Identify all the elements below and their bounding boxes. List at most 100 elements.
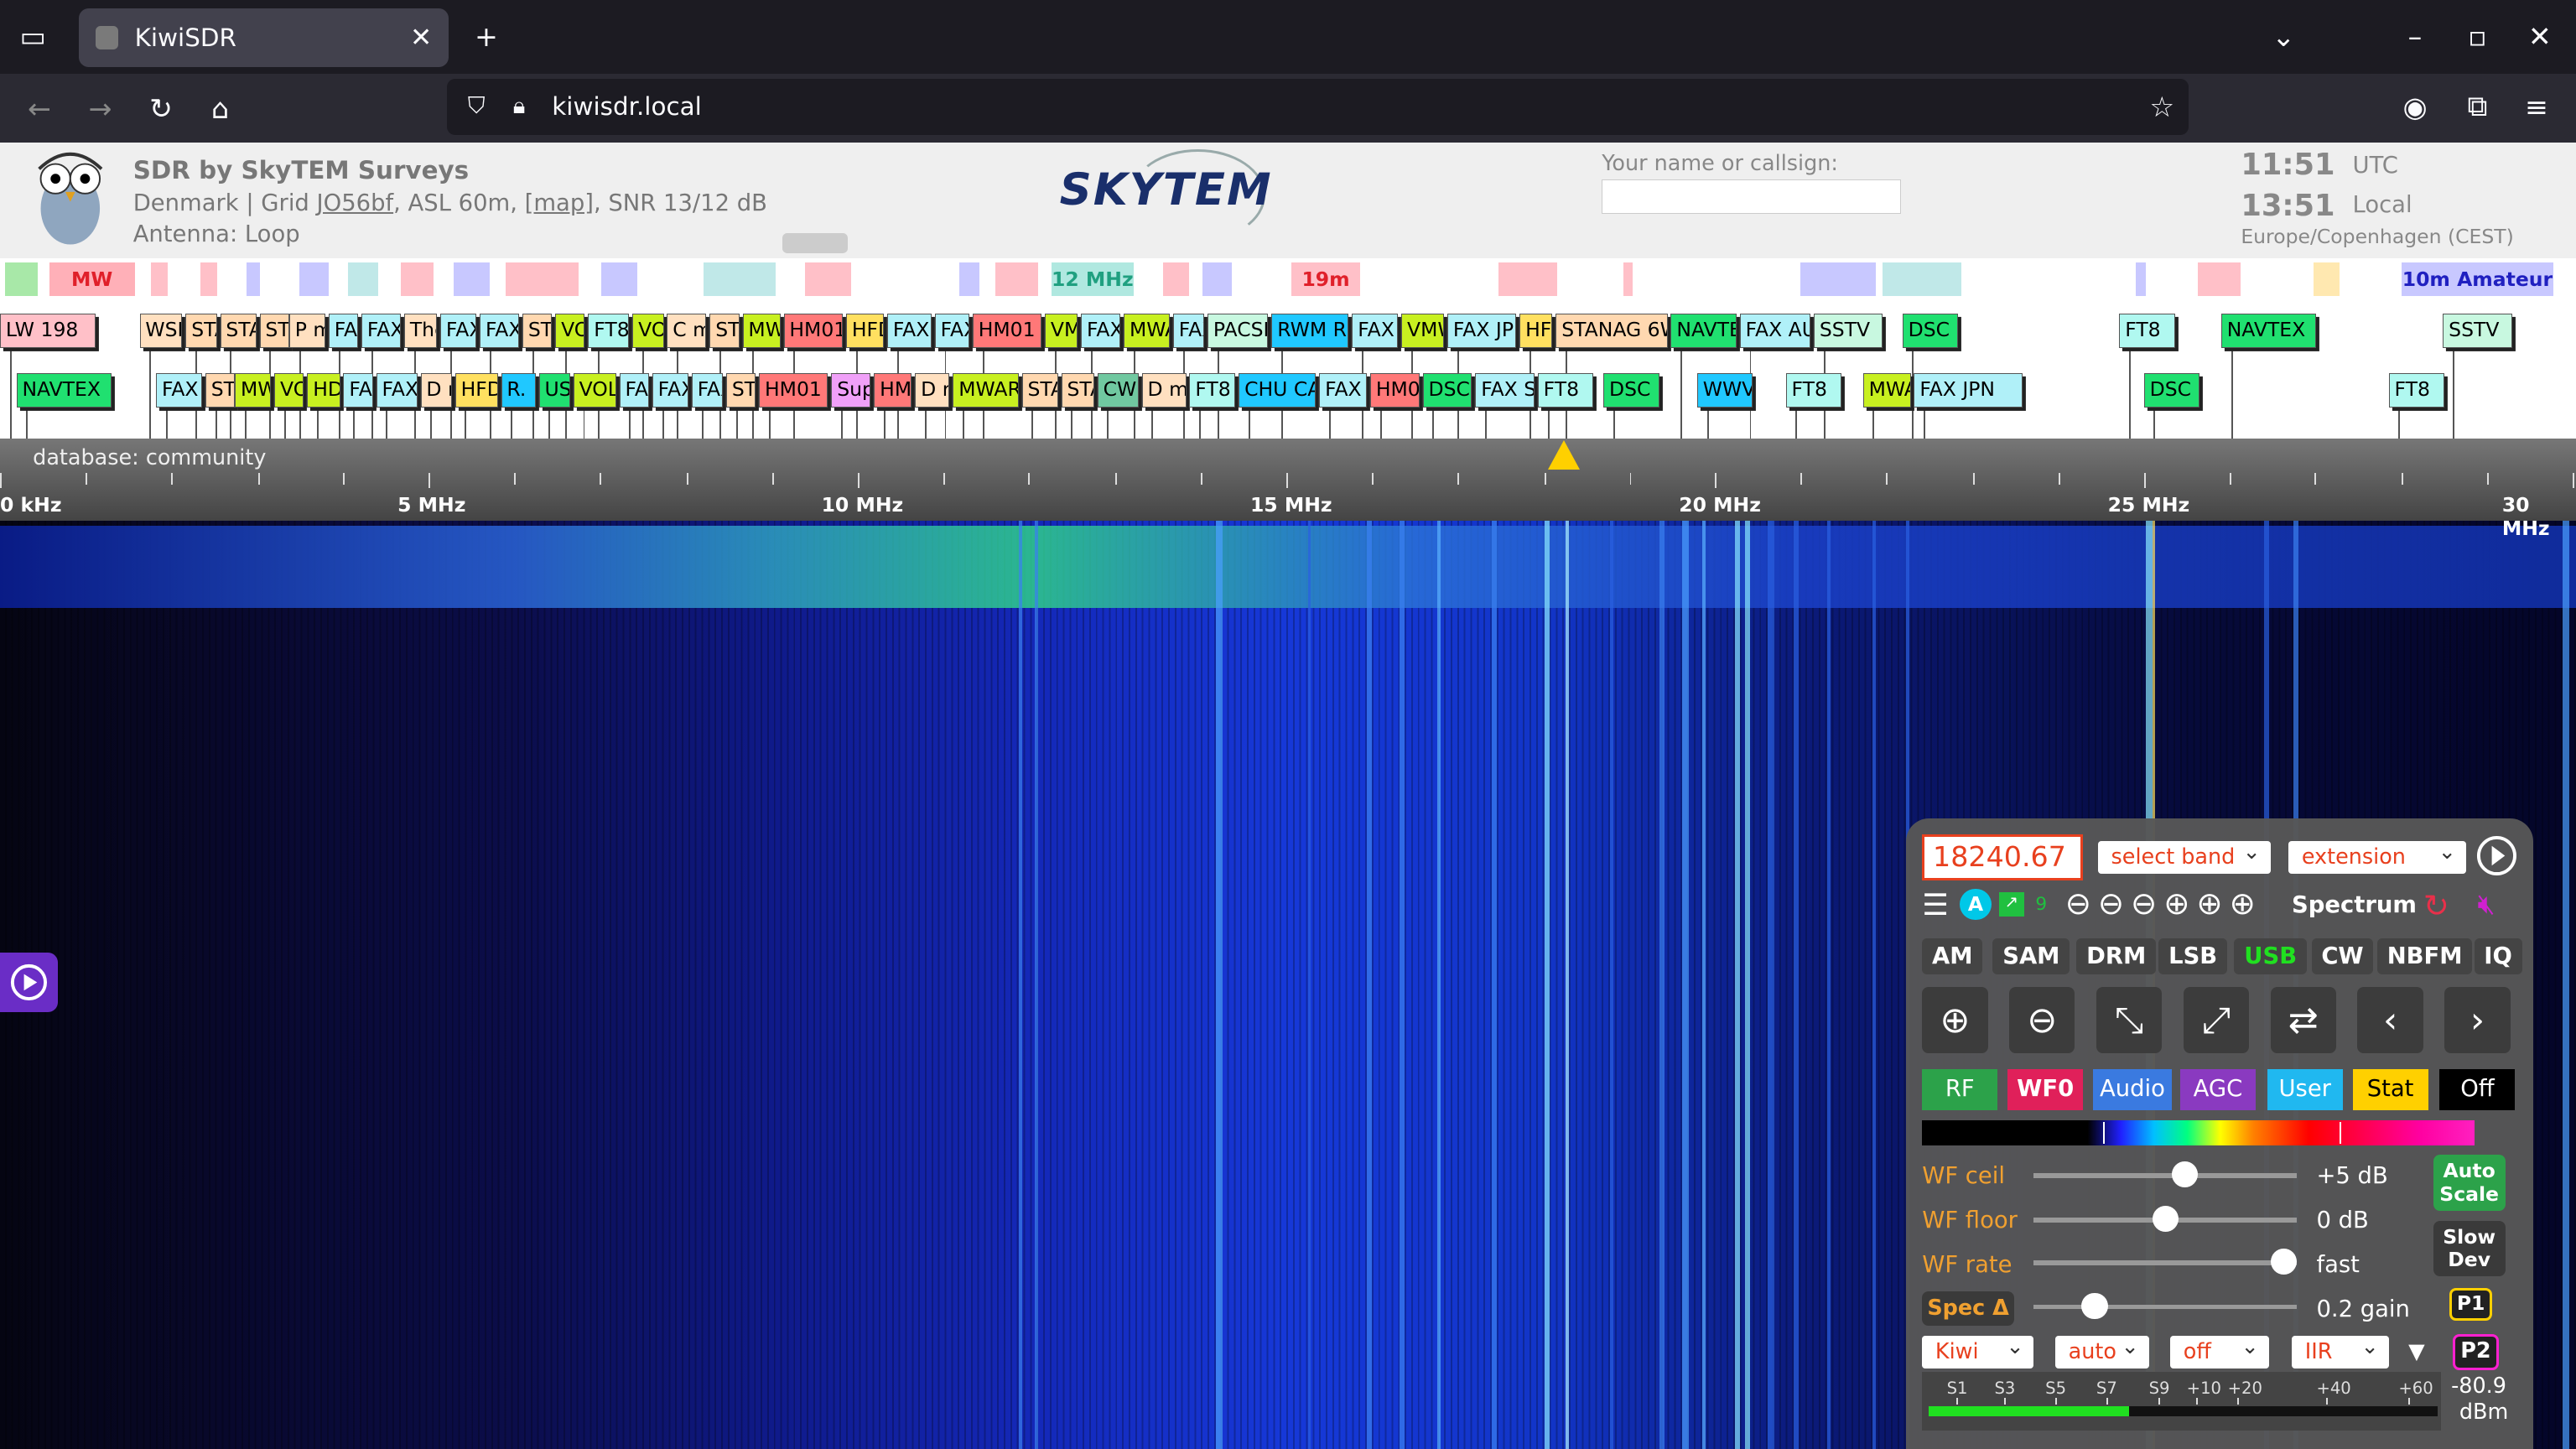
station-label[interactable]: LW 198 [0, 314, 96, 349]
wf-rate-knob[interactable] [2270, 1248, 2297, 1275]
band-block[interactable] [401, 262, 434, 296]
spectrum-button[interactable]: Spectrum [2292, 892, 2417, 918]
station-label[interactable]: FAX [1352, 314, 1399, 349]
tab-user[interactable]: User [2267, 1069, 2343, 1111]
station-label[interactable]: FT8 [2119, 314, 2175, 349]
swap-icon[interactable]: ⇄ [2270, 987, 2336, 1053]
band-block[interactable] [246, 262, 260, 296]
p1-button[interactable]: P1 [2449, 1287, 2493, 1322]
band-block[interactable] [2135, 262, 2146, 296]
station-label[interactable]: STA [725, 372, 756, 408]
station-label[interactable]: SSTV [2443, 314, 2512, 349]
station-label[interactable]: D m [1141, 372, 1187, 408]
station-label[interactable]: NAVTEX [16, 372, 112, 408]
p2-button[interactable]: P2 [2453, 1333, 2499, 1370]
station-label[interactable]: FAX JPN [1914, 372, 2023, 408]
band-block[interactable] [995, 262, 1039, 296]
station-label[interactable]: FAX S [1475, 372, 1535, 408]
band-bar[interactable] [0, 257, 2576, 301]
external-link-icon[interactable]: ↗ [1999, 891, 2024, 917]
station-label[interactable]: D r [915, 372, 950, 408]
spec-slider[interactable] [2033, 1304, 2297, 1310]
band-10m-amateur[interactable]: 10m Amateur [2402, 262, 2553, 296]
station-label[interactable]: HM01 C [759, 372, 828, 408]
station-label[interactable]: FAX [1081, 314, 1121, 349]
chevron-down-icon[interactable]: ⌄ [2261, 13, 2307, 60]
triangle-down-icon[interactable]: ▼ [2408, 1339, 2425, 1364]
station-label[interactable]: US [538, 372, 570, 408]
mode-lsb[interactable]: LSB [2158, 937, 2227, 974]
station-label[interactable]: FAX [376, 372, 418, 408]
station-label[interactable]: VO [632, 314, 664, 349]
band-19m[interactable]: 19m [1291, 262, 1361, 296]
station-label[interactable]: DSC [2143, 372, 2200, 408]
zoom-max-icon[interactable]: ⤢ [2183, 987, 2250, 1053]
tab-list-icon[interactable]: ▭ [10, 13, 56, 60]
wf-ceil-slider[interactable] [2033, 1172, 2297, 1178]
close-window-icon[interactable]: ✕ [2516, 13, 2563, 60]
tab-agc[interactable]: AGC [2179, 1069, 2256, 1111]
url-text[interactable]: kiwisdr.local [552, 92, 701, 121]
mute-icon[interactable]: 🔇︎ [2477, 887, 2495, 921]
station-label[interactable]: NAVTEX [2220, 314, 2317, 349]
station-label[interactable]: D r [420, 372, 452, 408]
station-label[interactable]: SSTV [1813, 314, 1883, 349]
station-label[interactable]: STA [1021, 372, 1058, 408]
station-label[interactable]: MW [235, 372, 272, 408]
station-label[interactable]: FAX [156, 372, 202, 408]
station-label[interactable]: VO [274, 372, 304, 408]
band-block[interactable] [2198, 262, 2241, 296]
station-label[interactable]: STANAG 6W [1555, 314, 1668, 349]
mode-iq[interactable]: IQ [2474, 937, 2522, 974]
station-label[interactable]: VO [555, 314, 585, 349]
station-label[interactable]: PACSE [1207, 314, 1269, 349]
station-label[interactable]: FT8 [1785, 372, 1842, 408]
station-label[interactable]: FAX [1319, 372, 1368, 408]
station-label[interactable]: P m [288, 314, 325, 349]
station-label[interactable]: FT8 [1189, 372, 1236, 408]
off-select[interactable]: off [2170, 1331, 2269, 1368]
band-12mhz[interactable]: 12 MHz [1051, 262, 1134, 296]
zoom-fit-icon[interactable]: ⤡ [2096, 987, 2163, 1053]
band-block[interactable] [200, 262, 217, 296]
station-label[interactable]: STA [205, 372, 236, 408]
wf-rate-slider[interactable] [2033, 1259, 2297, 1265]
spec-delta-button[interactable]: Spec Δ [1922, 1291, 2014, 1327]
extension-select[interactable]: extension [2288, 836, 2466, 875]
station-label[interactable]: R. [501, 372, 536, 408]
station-label[interactable]: MW [742, 314, 781, 349]
slow-dev-button[interactable]: Slow Dev [2433, 1220, 2506, 1277]
band-block[interactable] [453, 262, 490, 296]
zoom-out-step-icon[interactable]: ⊖ [2065, 886, 2091, 920]
forward-icon[interactable]: → [77, 86, 123, 132]
mode-usb[interactable]: USB [2234, 937, 2307, 974]
station-label[interactable]: HMO [874, 372, 912, 408]
extensions-icon[interactable]: ⧉ [2454, 84, 2501, 130]
station-label[interactable]: HFD [1519, 314, 1553, 349]
station-label[interactable]: FAX [691, 372, 724, 408]
band-block[interactable] [1163, 262, 1190, 296]
station-label[interactable]: CW [1097, 372, 1139, 408]
station-label[interactable]: FAX [328, 314, 359, 349]
zoom-in-step-icon[interactable]: ⊕ [2230, 886, 2256, 920]
station-label[interactable]: MWARA [953, 372, 1019, 408]
station-label[interactable]: FAX [652, 372, 688, 408]
wf-floor-knob[interactable] [2152, 1206, 2179, 1233]
band-block[interactable] [4, 262, 39, 296]
station-label[interactable]: FAX [440, 314, 477, 349]
band-block[interactable] [1623, 262, 1633, 296]
next-icon[interactable]: › [2444, 987, 2511, 1053]
band-block[interactable] [1202, 262, 1233, 296]
station-label[interactable]: STA [259, 314, 289, 349]
station-label[interactable]: FT8 [2388, 372, 2445, 408]
frequency-input[interactable]: 18240.67 [1922, 834, 2084, 881]
reload-icon[interactable]: ↻ [138, 86, 184, 132]
band-block[interactable] [601, 262, 638, 296]
station-label[interactable]: MWA [1862, 372, 1911, 408]
station-label[interactable]: FAX AU [1739, 314, 1810, 349]
station-label[interactable]: VM [1045, 314, 1078, 349]
refresh-icon[interactable]: ↻ [2423, 887, 2449, 924]
mode-am[interactable]: AM [1922, 937, 1983, 974]
prev-icon[interactable]: ‹ [2357, 987, 2423, 1053]
zoom-out-step-icon[interactable]: ⊖ [2131, 886, 2157, 920]
